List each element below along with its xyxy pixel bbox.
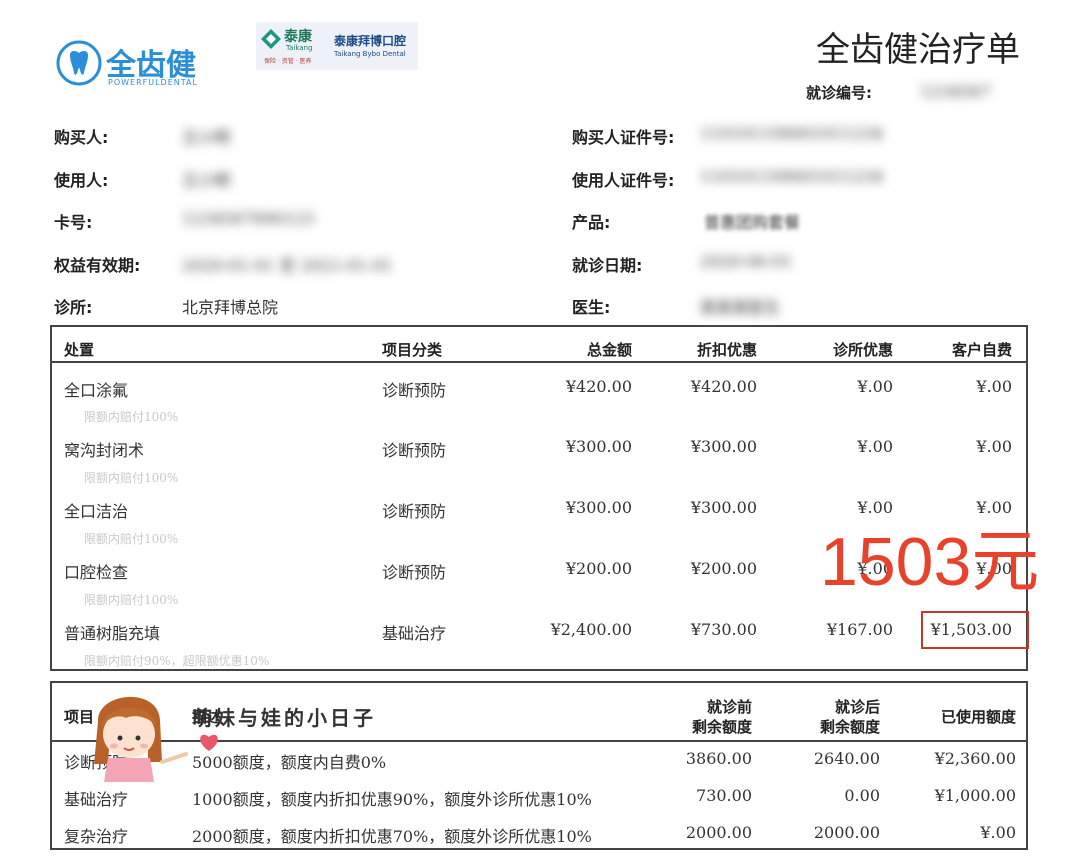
table-row-name: 全口涂氟	[64, 381, 129, 400]
visit-number-value: 1234567	[920, 82, 992, 101]
buyer-id-value: 110101199001011234	[700, 124, 884, 143]
table-row-total: ¥300.00	[565, 437, 632, 456]
doctor-label: 医生:	[572, 298, 611, 317]
partner-logo: 泰康 Taikang 保险 · 资管 · 医养 泰康拜博口腔 Taikang B…	[256, 22, 418, 70]
th-clinic-discount: 诊所优惠	[832, 341, 893, 359]
validity-value: 2020-01-01 至 2021-01-01	[182, 256, 393, 275]
brand-subtitle: POWERFULDENTAL	[108, 78, 198, 87]
qh-before-1: 就诊前	[706, 698, 752, 716]
buyer-value: 王小明	[182, 128, 231, 147]
quota-row-name: 复杂治疗	[64, 827, 129, 846]
user-label: 使用人:	[54, 171, 109, 190]
quota-row-after: 0.00	[844, 786, 880, 805]
clinic-value: 北京拜博总院	[182, 298, 279, 317]
table-row-total: ¥300.00	[565, 498, 632, 517]
user-id-label: 使用人证件号:	[572, 171, 675, 190]
document-title: 全齿健治疗单	[816, 30, 1020, 70]
th-total: 总金额	[586, 341, 632, 359]
visit-number-label: 就诊编号:	[806, 84, 872, 102]
taikang-en: Taikang	[286, 44, 313, 52]
quota-row-used: ¥1,000.00	[934, 786, 1016, 805]
taikang-cn: 泰康	[284, 29, 312, 45]
product-value: 普惠团购套餐	[704, 213, 801, 232]
watermark: 萌妹与娃的小日子	[60, 680, 420, 800]
th-self-pay: 客户自费	[951, 341, 1012, 359]
table-row-category: 诊断预防	[382, 441, 447, 460]
brand-logo: 全齿健 POWERFULDENTAL	[56, 38, 206, 90]
product-label: 产品:	[572, 213, 611, 232]
user-value: 王小明	[182, 171, 231, 190]
quota-row-before: 730.00	[696, 786, 752, 805]
th-category: 项目分类	[382, 341, 443, 359]
quota-row-used: ¥2,360.00	[934, 749, 1016, 768]
qh-used: 已使用额度	[940, 708, 1016, 726]
table-row-discount: ¥730.00	[690, 620, 757, 639]
table-row-name: 全口洁治	[64, 502, 129, 521]
th-discount: 折扣优惠	[696, 341, 757, 359]
bybo-cn: 泰康拜博口腔	[334, 34, 407, 48]
table-row-note: 限额内赔付100%	[84, 593, 179, 607]
table-row-discount: ¥200.00	[690, 559, 757, 578]
table-row-total: ¥200.00	[565, 559, 632, 578]
quota-row-desc: 2000额度，额度内折扣优惠70%，额度外诊所优惠10%	[192, 827, 592, 846]
quota-row-after: 2640.00	[813, 749, 880, 768]
table-row-discount: ¥300.00	[690, 498, 757, 517]
table-row-clinic: ¥.00	[857, 437, 893, 456]
visit-date-value: 2020-06-01	[700, 252, 793, 271]
table-row-clinic: ¥.00	[857, 498, 893, 517]
table-row-name: 普通树脂充填	[64, 624, 161, 643]
table-row-discount: ¥300.00	[690, 437, 757, 456]
card-value: 1234567890123	[182, 209, 315, 228]
qh-after-2: 剩余额度	[819, 718, 880, 736]
table-row-self: ¥.00	[976, 498, 1012, 517]
user-id-value: 110101199001011234	[700, 167, 884, 186]
table-row-note: 限额内赔付100%	[84, 410, 179, 424]
clinic-label: 诊所:	[54, 298, 93, 317]
quota-row-before: 2000.00	[685, 823, 752, 842]
girl-avatar-icon	[94, 696, 188, 782]
taikang-diamond-icon	[261, 29, 281, 49]
table-row-category: 基础治疗	[382, 624, 447, 643]
table-row-name: 口腔检查	[64, 563, 129, 582]
tooth-logo-icon	[56, 40, 102, 86]
quota-row-used: ¥.00	[980, 823, 1016, 842]
card-label: 卡号:	[54, 213, 93, 232]
table-row-self: ¥.00	[976, 377, 1012, 396]
taikang-tag: 保险 · 资管 · 医养	[264, 58, 312, 65]
table-row-note: 限额内赔付100%	[84, 532, 179, 546]
table-row-note: 限额内赔付90%，超限额优惠10%	[84, 654, 270, 668]
table-row-category: 诊断预防	[382, 381, 447, 400]
visit-date-label: 就诊日期:	[572, 256, 643, 275]
quota-row-before: 3860.00	[685, 749, 752, 768]
table-row-self: ¥.00	[976, 437, 1012, 456]
table-row-total: ¥2,400.00	[550, 620, 632, 639]
table-row-clinic: ¥.00	[857, 377, 893, 396]
bybo-en: Taikang Bybo Dental	[334, 50, 406, 58]
qh-before-2: 剩余额度	[691, 718, 752, 736]
th-treatment: 处置	[64, 341, 95, 359]
doctor-value: 某某某医生	[700, 298, 781, 317]
buyer-id-label: 购买人证件号:	[572, 128, 675, 147]
watermark-name: 萌妹与娃的小日子	[192, 706, 376, 730]
table-row-note: 限额内赔付100%	[84, 471, 179, 485]
validity-label: 权益有效期:	[54, 256, 141, 275]
table-row-category: 诊断预防	[382, 502, 447, 521]
table-row-total: ¥420.00	[565, 377, 632, 396]
table-row-discount: ¥420.00	[690, 377, 757, 396]
buyer-label: 购买人:	[54, 128, 109, 147]
quota-row-after: 2000.00	[813, 823, 880, 842]
annotation-amount: 1503元	[820, 524, 1040, 600]
table-row-category: 诊断预防	[382, 563, 447, 582]
table-row-clinic: ¥167.00	[826, 620, 893, 639]
table-row-name: 窝沟封闭术	[64, 441, 145, 460]
heart-icon	[200, 734, 218, 751]
annotation-highlight-box	[921, 611, 1029, 649]
treatment-header-divider	[50, 361, 1028, 363]
qh-after-1: 就诊后	[834, 698, 880, 716]
